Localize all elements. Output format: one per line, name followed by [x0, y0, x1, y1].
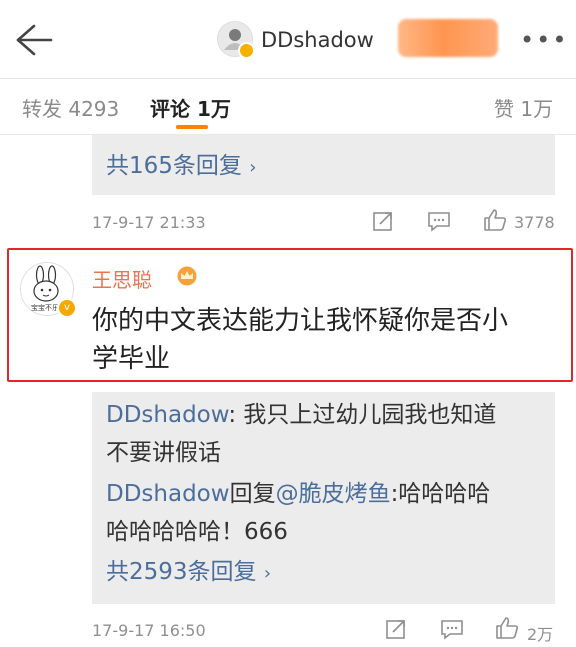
timestamp-1: 17-9-17 21:33 [92, 213, 206, 232]
share-icon[interactable] [372, 210, 394, 232]
reply-2-text: :哈哈哈哈 [390, 481, 491, 507]
comment-author[interactable]: 王思聪 [92, 264, 152, 293]
comment-text-line-1: 你的中文表达能力让我怀疑你是否小 [92, 306, 509, 336]
crown-icon [177, 266, 197, 286]
comment-icon[interactable] [427, 210, 451, 232]
reply-1-line-2: 不要讲假话 [106, 440, 221, 466]
like-count-1: 3778 [514, 213, 555, 232]
reply-2-reply-word: 回复 [229, 481, 276, 507]
header-username[interactable]: DDshadow [261, 28, 374, 52]
reply-1-line-1: DDshadow: 我只上过幼儿园我也知道 [106, 398, 496, 432]
like-count-2: 2万 [527, 625, 554, 644]
back-arrow-icon[interactable] [14, 22, 54, 58]
active-tab-indicator [176, 125, 208, 129]
follow-button-blurred[interactable] [398, 19, 498, 57]
more-icon[interactable]: ••• [520, 26, 568, 54]
reply-2-line-1: DDshadow回复@脆皮烤鱼:哈哈哈哈 [106, 477, 490, 511]
reply-2-mention[interactable]: @脆皮烤鱼 [276, 481, 391, 507]
tab-bar: 转发 4293 评论 1万 赞 1万 [0, 79, 576, 135]
reply-box-2: DDshadow: 我只上过幼儿园我也知道 不要讲假话 DDshadow回复@脆… [92, 392, 555, 604]
tab-comments[interactable]: 评论 1万 [150, 93, 231, 122]
tab-likes[interactable]: 赞 1万 [494, 93, 553, 122]
reply-box-1: 共165条回复 › [92, 135, 555, 195]
avatar-caption: 宝宝不乐 [31, 304, 59, 312]
verified-badge-icon: v [57, 298, 77, 318]
like-icon[interactable] [482, 207, 508, 233]
reply-1-author[interactable]: DDshadow [106, 402, 228, 428]
like-icon[interactable] [494, 615, 520, 641]
reply-2-author[interactable]: DDshadow [106, 481, 230, 507]
timestamp-2: 17-9-17 16:50 [92, 621, 206, 640]
verified-badge-icon [238, 42, 255, 59]
share-icon[interactable] [385, 618, 407, 640]
top-bar: DDshadow ••• [0, 0, 576, 79]
comment-text-line-2: 学毕业 [92, 344, 171, 374]
view-replies-link-2[interactable]: 共2593条回复 › [106, 555, 271, 591]
reply-2-line-2: 哈哈哈哈哈！666 [106, 519, 288, 545]
view-replies-link-1[interactable]: 共165条回复 › [106, 149, 256, 185]
comment-icon[interactable] [440, 618, 464, 640]
header-avatar[interactable] [217, 21, 255, 59]
tab-reposts[interactable]: 转发 4293 [22, 93, 119, 122]
reply-1-text: : 我只上过幼儿园我也知道 [228, 402, 497, 428]
